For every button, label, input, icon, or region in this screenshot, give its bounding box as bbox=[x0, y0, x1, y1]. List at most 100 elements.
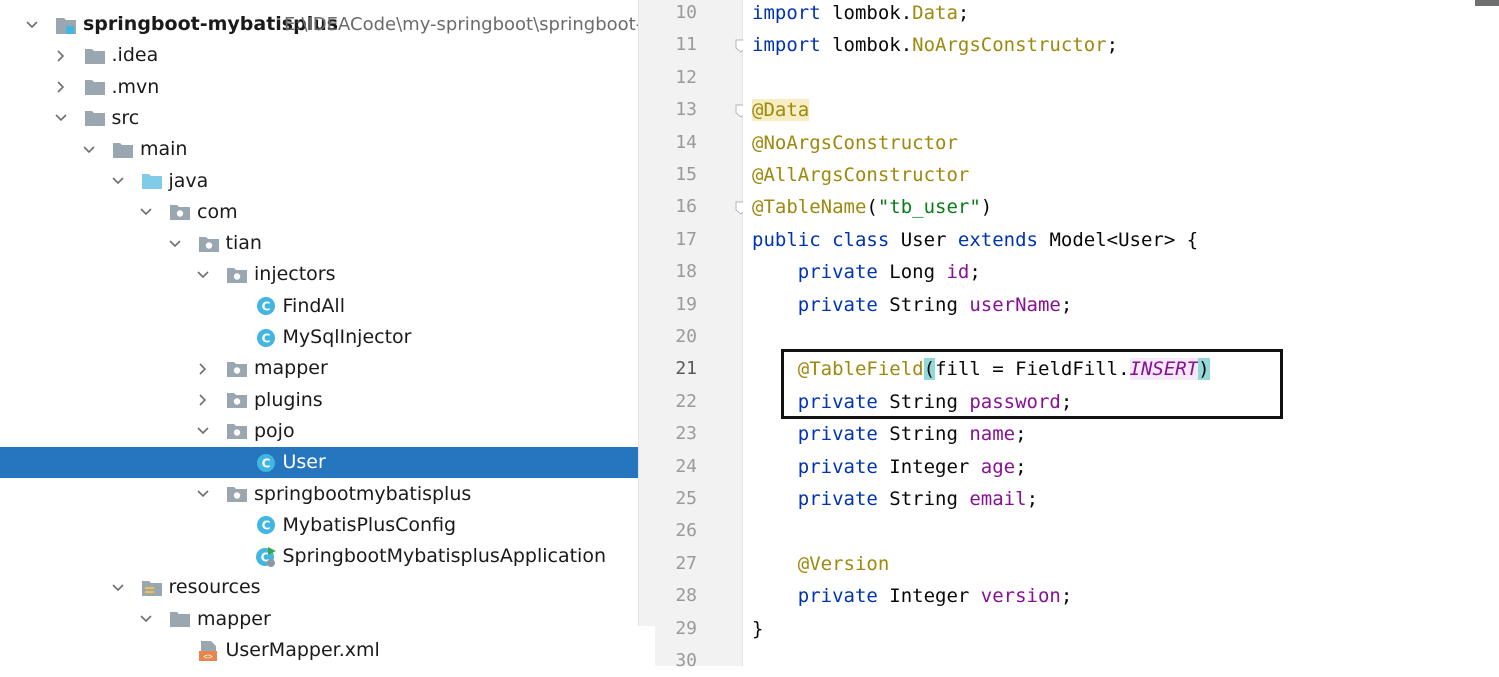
code-token: ) bbox=[980, 196, 993, 219]
code-token: private bbox=[797, 455, 878, 478]
xml-file-icon: <> bbox=[198, 635, 220, 666]
tree-item-tian[interactable]: tian bbox=[0, 228, 638, 259]
tree-item-springboot-mybatisplus[interactable]: springboot-mybatisplus E:\IDEACode\my-spr… bbox=[0, 9, 638, 40]
tree-vertical-scrollbar[interactable] bbox=[638, 0, 656, 626]
chevron-down-icon[interactable] bbox=[195, 416, 211, 447]
line-number: 18 bbox=[675, 261, 697, 283]
svg-text:C: C bbox=[261, 300, 270, 314]
chevron-down-icon[interactable] bbox=[24, 9, 40, 40]
tree-item-idea[interactable]: .idea bbox=[0, 40, 638, 71]
chevron-down-icon[interactable] bbox=[110, 166, 126, 197]
code-line[interactable]: @Version bbox=[752, 548, 890, 580]
line-number: 26 bbox=[675, 520, 697, 542]
folder-icon bbox=[84, 72, 106, 103]
code-line[interactable]: private String userName; bbox=[752, 289, 1073, 321]
code-token: import bbox=[752, 34, 821, 57]
code-token: ; bbox=[1060, 293, 1073, 316]
code-line[interactable]: private String email; bbox=[752, 483, 1038, 515]
class-icon: C bbox=[255, 291, 277, 322]
chevron-down-icon[interactable] bbox=[167, 228, 183, 259]
code-token: public class bbox=[752, 228, 890, 251]
line-number: 15 bbox=[675, 164, 697, 185]
tree-item-label: plugins bbox=[254, 388, 323, 411]
code-token: String bbox=[877, 423, 970, 446]
tree-item-label: main bbox=[140, 138, 188, 161]
code-token: Data bbox=[912, 2, 958, 24]
tree-item-com[interactable]: com bbox=[0, 197, 638, 228]
code-token: private bbox=[797, 423, 878, 446]
tree-item-mybatisplusconfig[interactable]: C MybatisPlusConfig bbox=[0, 510, 638, 541]
chevron-right-icon[interactable] bbox=[195, 385, 211, 416]
tree-item-label: resources bbox=[168, 576, 261, 599]
tree-item-springbootmybatisplusapplication[interactable]: C SpringbootMybatisplusApplication bbox=[0, 541, 638, 572]
chevron-down-icon[interactable] bbox=[195, 479, 211, 510]
chevron-down-icon[interactable] bbox=[138, 604, 154, 635]
chevron-down-icon[interactable] bbox=[138, 197, 154, 228]
svg-text:C: C bbox=[261, 519, 270, 533]
tree-item-label: FindAll bbox=[282, 294, 345, 317]
tree-item-label: SpringbootMybatisplusApplication bbox=[282, 545, 606, 568]
tree-item-springbootmybatisplus[interactable]: springbootmybatisplus bbox=[0, 479, 638, 510]
chevron-down-icon[interactable] bbox=[53, 103, 69, 134]
chevron-right-icon[interactable] bbox=[195, 353, 211, 384]
code-line[interactable]: private String name; bbox=[752, 418, 1027, 450]
svg-text:C: C bbox=[261, 456, 270, 470]
tree-item-resources[interactable]: resources bbox=[0, 572, 638, 603]
code-line[interactable]: @NoArgsConstructor bbox=[752, 127, 958, 159]
code-editor[interactable]: import lombok.Data; import lombok.NoArgsC… bbox=[743, 0, 1499, 666]
code-line[interactable]: } bbox=[752, 613, 763, 645]
source-folder-icon bbox=[141, 166, 163, 197]
line-number: 11 bbox=[675, 34, 697, 56]
code-line[interactable]: @AllArgsConstructor bbox=[752, 159, 969, 191]
code-line[interactable]: import lombok.NoArgsConstructor; bbox=[752, 29, 1118, 61]
folder-icon bbox=[169, 604, 191, 635]
tree-item-plugins[interactable]: plugins bbox=[0, 385, 638, 416]
tree-item-src[interactable]: src bbox=[0, 103, 638, 134]
code-token: @TableName bbox=[752, 196, 867, 219]
code-line[interactable]: public class User extends Model<User> { bbox=[752, 224, 1198, 256]
line-number: 30 bbox=[675, 650, 697, 671]
tree-item-injectors[interactable]: injectors bbox=[0, 259, 638, 290]
tree-item-mvn[interactable]: .mvn bbox=[0, 72, 638, 103]
chevron-right-icon[interactable] bbox=[53, 40, 69, 71]
code-token: private bbox=[797, 261, 878, 284]
tree-scroll-corner bbox=[638, 626, 655, 666]
tree-item-mysqlinjector[interactable]: C MySqlInjector bbox=[0, 322, 638, 353]
folder-icon bbox=[84, 103, 106, 134]
tree-item-findall[interactable]: C FindAll bbox=[0, 291, 638, 322]
tree-item-label: java bbox=[168, 169, 209, 192]
chevron-down-icon[interactable] bbox=[81, 134, 97, 165]
line-number: 24 bbox=[675, 455, 697, 477]
tree-item-mapper[interactable]: mapper bbox=[0, 353, 638, 384]
class-icon: C bbox=[255, 447, 277, 478]
tree-item-main[interactable]: main bbox=[0, 134, 638, 165]
chevron-down-icon[interactable] bbox=[195, 259, 211, 290]
code-line[interactable]: import lombok.Data; bbox=[752, 0, 969, 29]
code-line[interactable]: private Integer age; bbox=[752, 451, 1027, 483]
code-token: email bbox=[969, 488, 1027, 510]
tree-item-pojo[interactable]: pojo bbox=[0, 416, 638, 447]
code-line[interactable]: @TableName("tb_user") bbox=[752, 191, 992, 223]
code-line[interactable]: private Integer version; bbox=[752, 580, 1073, 612]
tree-item-usermapper-xml[interactable]: <> UserMapper.xml bbox=[0, 635, 638, 666]
code-line[interactable]: private Long id; bbox=[752, 256, 981, 288]
resources-folder-icon bbox=[141, 572, 163, 603]
tree-item-label: UserMapper.xml bbox=[225, 639, 380, 661]
code-token: id bbox=[946, 261, 970, 284]
editor-gutter: 10 11 12 13 14 15 16 17 18 19 20 21 22 23 24 25 26 27 28 29… bbox=[655, 0, 747, 671]
tree-item-java[interactable]: java bbox=[0, 166, 638, 197]
code-token: NoArgsConstructor bbox=[912, 34, 1107, 57]
svg-text:C: C bbox=[261, 331, 270, 345]
chevron-down-icon[interactable] bbox=[110, 572, 126, 603]
tree-item-user[interactable]: C User bbox=[0, 447, 638, 479]
code-line[interactable]: @Data bbox=[752, 94, 810, 126]
tree-item-mapper[interactable]: mapper bbox=[0, 604, 638, 635]
code-token: String bbox=[877, 293, 970, 316]
code-token: extends bbox=[957, 228, 1038, 251]
tree-item-label: mapper bbox=[254, 357, 328, 380]
chevron-right-icon[interactable] bbox=[53, 72, 69, 103]
line-number: 23 bbox=[675, 423, 697, 445]
